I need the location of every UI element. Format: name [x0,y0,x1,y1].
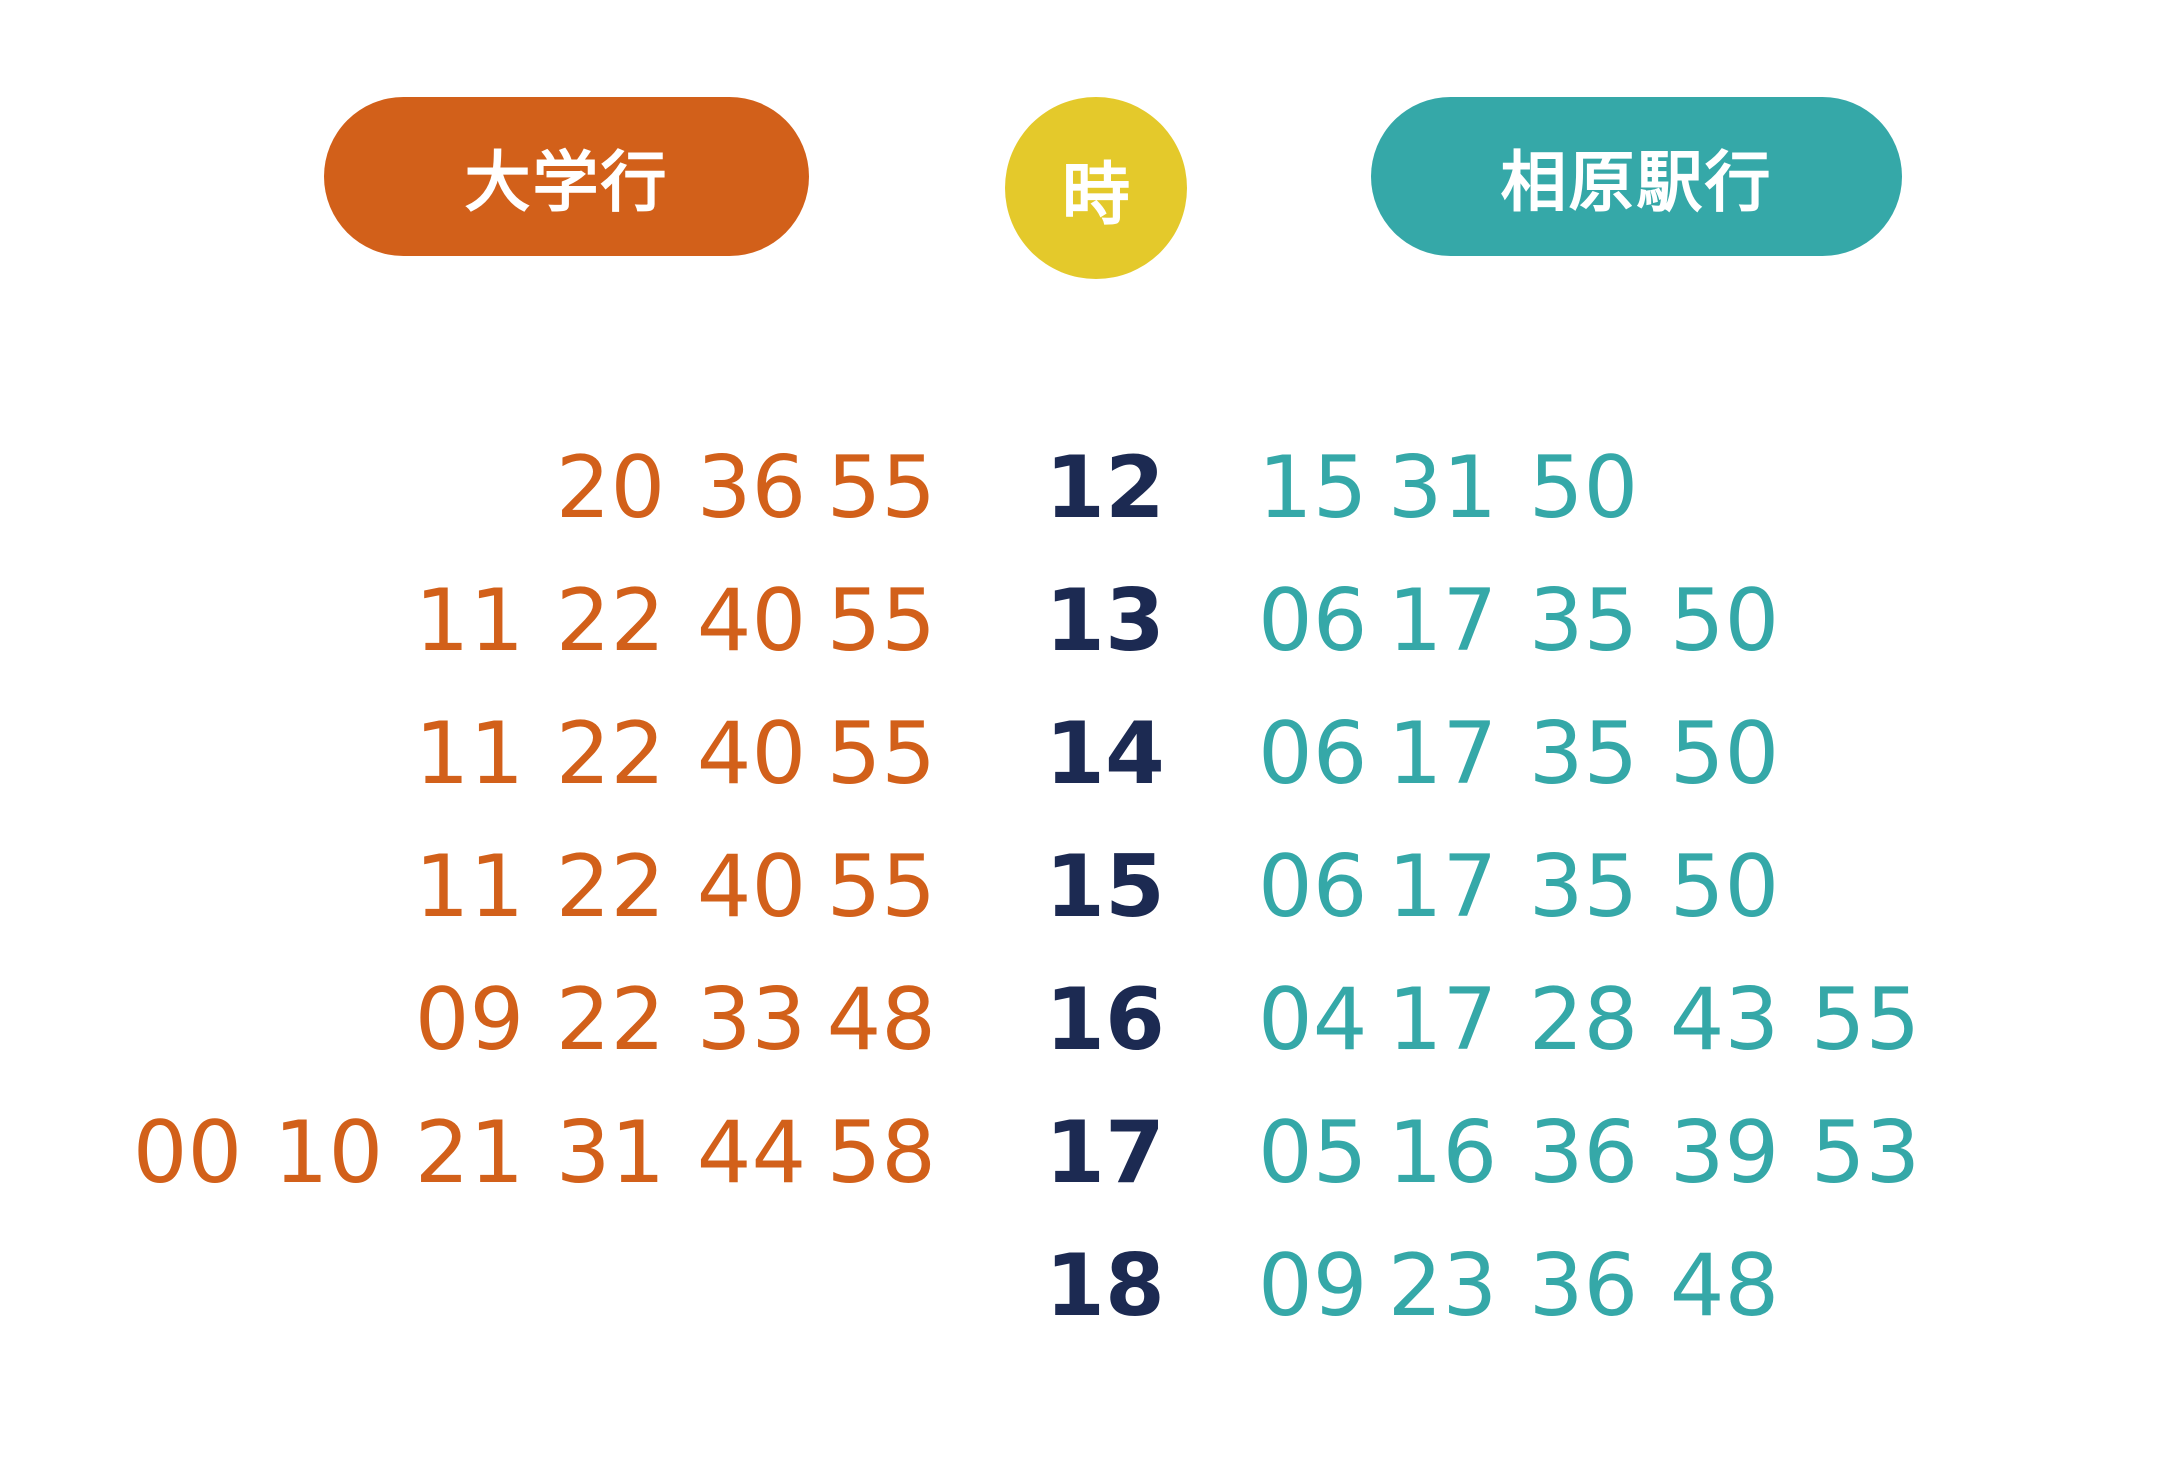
timetable-row: 11 22 40 55 15 06 17 35 50 [0,821,2171,954]
station-bound-minutes: 04 17 28 43 55 [1258,954,1936,1087]
departure-minute: 40 [696,837,807,937]
departure-minute: 35 [1528,704,1639,804]
departure-minute: 33 [696,970,807,1070]
departure-minute: 00 [132,1103,243,1203]
station-bound-minutes: 06 17 35 50 [1258,555,1795,688]
departure-minute: 15 [1258,438,1368,538]
departure-minute: 06 [1258,837,1368,937]
departure-minute: 09 [414,970,525,1070]
departure-minute: 53 [1810,1103,1921,1203]
hour-number: 14 [1045,704,1165,804]
departure-minute: 22 [555,704,666,804]
departure-minute: 22 [555,970,666,1070]
timetable-row: 11 22 40 55 14 06 17 35 50 [0,688,2171,821]
departure-minute: 35 [1528,837,1639,937]
departure-minute: 04 [1258,970,1368,1070]
departure-minute: 09 [1258,1236,1368,1336]
hour-number: 13 [1045,571,1165,671]
departure-minute: 43 [1669,970,1780,1070]
departure-minute: 06 [1258,571,1368,671]
departure-minute: 21 [414,1103,525,1203]
departure-minute: 39 [1669,1103,1780,1203]
departure-minute: 16 [1387,1103,1498,1203]
departure-minute: 11 [414,837,525,937]
hour-number: 15 [1045,837,1165,937]
timetable-row: 09 22 33 48 16 04 17 28 43 55 [0,954,2171,1087]
departure-minute: 50 [1669,837,1780,937]
departure-minute: 50 [1528,438,1639,538]
departure-minute: 55 [1810,970,1921,1070]
departure-minute: 40 [696,571,807,671]
departure-minute: 35 [1528,571,1639,671]
departure-minute: 10 [273,1103,384,1203]
station-bound-minutes: 09 23 36 48 [1258,1220,1795,1353]
timetable-row: 00 10 21 31 44 58 17 05 16 36 39 53 [0,1087,2171,1220]
university-bound-minutes: 11 22 40 55 [399,821,936,954]
departure-minute: 23 [1387,1236,1498,1336]
departure-minute: 55 [826,571,936,671]
departure-minute: 40 [696,704,807,804]
departure-minute: 05 [1258,1103,1368,1203]
timetable-row: 11 22 40 55 13 06 17 35 50 [0,555,2171,688]
departure-minute: 31 [555,1103,666,1203]
university-bound-minutes: 20 36 55 [540,422,936,555]
departure-minute: 36 [1528,1103,1639,1203]
departure-minute: 55 [826,704,936,804]
departure-minute: 22 [555,571,666,671]
hour-number: 12 [1045,438,1165,538]
station-bound-minutes: 05 16 36 39 53 [1258,1087,1936,1220]
departure-minute: 55 [826,837,936,937]
timetable-row: 20 36 55 12 15 31 50 [0,422,2171,555]
departure-minute: 48 [1669,1236,1780,1336]
departure-minute: 17 [1387,571,1498,671]
departure-minute: 48 [826,970,936,1070]
university-bound-minutes: 11 22 40 55 [399,688,936,821]
departure-minute: 22 [555,837,666,937]
timetable: 20 36 55 12 15 31 50 11 22 40 55 13 06 17 35 50 11… [0,0,2171,1463]
departure-minute: 17 [1387,704,1498,804]
station-bound-minutes: 06 17 35 50 [1258,688,1795,821]
hour-number: 18 [1045,1236,1165,1336]
departure-minute: 50 [1669,704,1780,804]
station-bound-minutes: 06 17 35 50 [1258,821,1795,954]
departure-minute: 36 [696,438,807,538]
station-bound-minutes: 15 31 50 [1258,422,1654,555]
university-bound-minutes: 09 22 33 48 [399,954,936,1087]
hour-number: 17 [1045,1103,1165,1203]
departure-minute: 50 [1669,571,1780,671]
departure-minute: 36 [1528,1236,1639,1336]
departure-minute: 06 [1258,704,1368,804]
university-bound-minutes: 11 22 40 55 [399,555,936,688]
departure-minute: 17 [1387,970,1498,1070]
departure-minute: 58 [826,1103,936,1203]
departure-minute: 11 [414,704,525,804]
timetable-row: 18 09 23 36 48 [0,1220,2171,1353]
departure-minute: 28 [1528,970,1639,1070]
departure-minute: 31 [1387,438,1498,538]
departure-minute: 17 [1387,837,1498,937]
departure-minute: 55 [826,438,936,538]
departure-minute: 20 [555,438,666,538]
departure-minute: 11 [414,571,525,671]
departure-minute: 44 [696,1103,807,1203]
university-bound-minutes: 00 10 21 31 44 58 [117,1087,936,1220]
hour-number: 16 [1045,970,1165,1070]
